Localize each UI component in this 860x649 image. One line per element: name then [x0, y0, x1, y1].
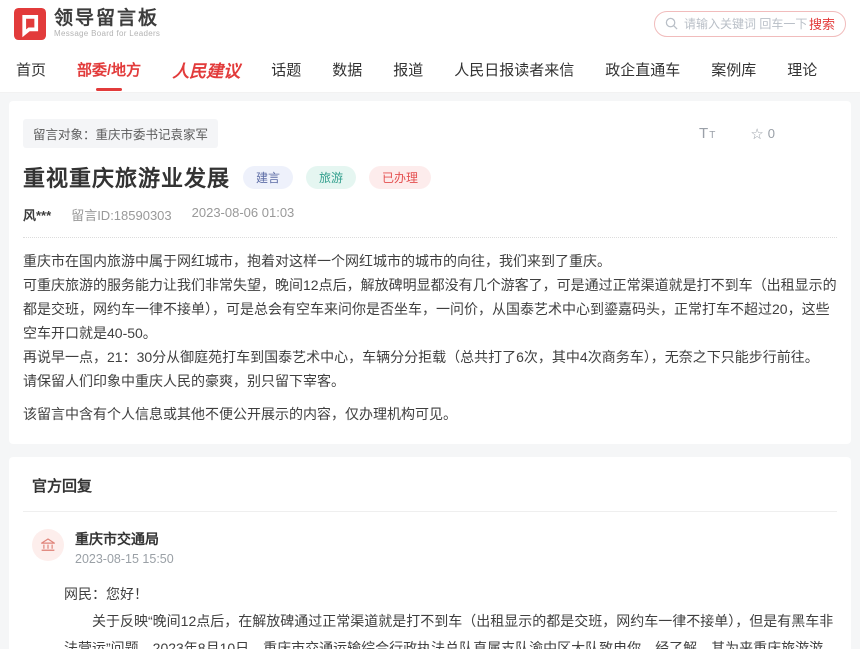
- message-body: 重庆市在国内旅游中属于网红城市，抱着对这样一个网红城市的城市的向往，我们来到了重…: [23, 249, 837, 426]
- message-date: 2023-08-06 01:03: [192, 205, 295, 224]
- star-icon: ☆: [750, 125, 763, 143]
- nav-item-gov-enterprise[interactable]: 政企直通车: [605, 59, 680, 80]
- government-building-icon: [39, 536, 57, 554]
- favorite-count: 0: [768, 126, 775, 141]
- search-button[interactable]: 搜索: [809, 14, 835, 33]
- message-paragraph: 请保留人们印象中重庆人民的豪爽，别只留下宰客。: [23, 369, 837, 393]
- nav-item-theory[interactable]: 理论: [787, 59, 817, 80]
- official-reply-card: 官方回复 重庆市交通局 2023-08-15 15:50 网民：您好！ 关于反映…: [9, 457, 851, 649]
- reply-paragraph: 网民：您好！: [64, 581, 837, 608]
- divider: [23, 511, 837, 512]
- tag-tourism[interactable]: 旅游: [306, 166, 356, 189]
- site-title: 领导留言板: [54, 9, 160, 30]
- nav-item-data[interactable]: 数据: [332, 59, 362, 80]
- tag-suggestion[interactable]: 建言: [243, 166, 293, 189]
- nav-item-case-library[interactable]: 案例库: [711, 59, 756, 80]
- main-nav: 首页 部委/地方 人民建议 话题 数据 报道 人民日报读者来信 政企直通车 案例…: [0, 47, 860, 93]
- font-size-icon-small: T: [709, 130, 716, 141]
- message-id: 留言ID:18590303: [71, 205, 171, 224]
- page-body: 留言对象：重庆市委书记袁家军 TT ☆ 0 重视重庆旅游业发展 建言 旅游 已办…: [0, 93, 860, 649]
- message-target-badge: 留言对象：重庆市委书记袁家军: [23, 119, 218, 148]
- privacy-note: 该留言中含有个人信息或其他不便公开展示的内容，仅办理机构可见。: [23, 402, 837, 426]
- reply-date: 2023-08-15 15:50: [75, 552, 174, 566]
- nav-item-ministries-local[interactable]: 部委/地方: [77, 59, 141, 80]
- site-header: 领导留言板 Message Board for Leaders 搜索: [0, 0, 860, 47]
- nav-item-topics[interactable]: 话题: [271, 59, 301, 80]
- font-size-icon[interactable]: TT: [699, 125, 716, 142]
- site-tagline: Message Board for Leaders: [54, 29, 160, 38]
- message-paragraph: 可重庆旅游的服务能力让我们非常失望，晚间12点后，解放碑明显都没有几个游客了，可…: [23, 273, 837, 345]
- divider: [23, 237, 837, 238]
- reply-agency-name: 重庆市交通局: [75, 529, 174, 549]
- reply-body: 网民：您好！ 关于反映“晚间12点后，在解放碑通过正常渠道就是打不到车（出租显示…: [64, 581, 837, 649]
- nav-item-home[interactable]: 首页: [16, 59, 46, 80]
- nav-item-peoples-suggestions[interactable]: 人民建议: [172, 57, 240, 82]
- message-author: 风***: [23, 205, 51, 224]
- reply-section-title: 官方回复: [23, 475, 837, 511]
- tag-status-handled: 已办理: [369, 166, 431, 189]
- search-icon: [665, 17, 678, 30]
- message-title: 重视重庆旅游业发展: [23, 161, 230, 193]
- search-box[interactable]: 搜索: [654, 11, 846, 37]
- message-paragraph: 再说早一点，21：30分从御庭苑打车到国泰艺术中心，车辆分分拒载（总共打了6次，…: [23, 345, 837, 369]
- logo-icon: [14, 8, 46, 40]
- favorite-button[interactable]: ☆ 0: [750, 125, 775, 143]
- nav-item-reports[interactable]: 报道: [393, 59, 423, 80]
- message-paragraph: 重庆市在国内旅游中属于网红城市，抱着对这样一个网红城市的城市的向往，我们来到了重…: [23, 249, 837, 273]
- avatar: [32, 529, 64, 561]
- site-logo[interactable]: 领导留言板 Message Board for Leaders: [14, 8, 160, 40]
- font-size-icon-large: T: [699, 125, 709, 142]
- search-input[interactable]: [684, 17, 809, 31]
- message-card: 留言对象：重庆市委书记袁家军 TT ☆ 0 重视重庆旅游业发展 建言 旅游 已办…: [9, 101, 851, 444]
- reply-paragraph: 关于反映“晚间12点后，在解放碑通过正常渠道就是打不到车（出租显示的都是交班，网…: [64, 608, 837, 649]
- nav-item-reader-letters[interactable]: 人民日报读者来信: [454, 59, 574, 80]
